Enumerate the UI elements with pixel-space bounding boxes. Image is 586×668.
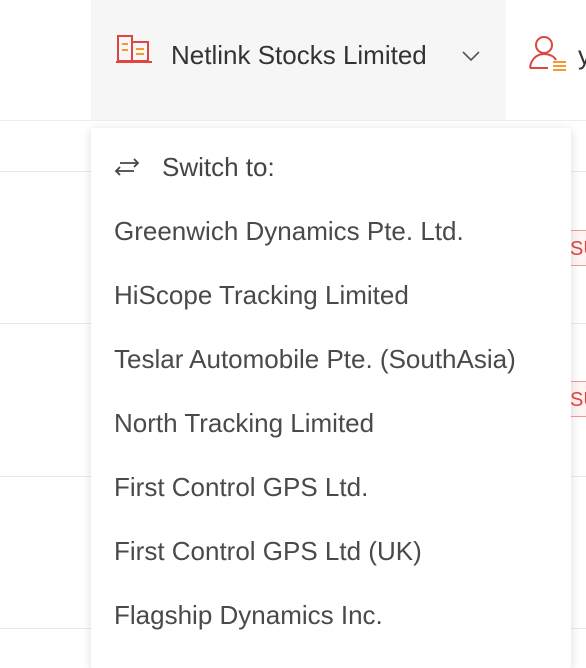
menu-item-label: Teslar Automobile Pte. (SouthAsia): [114, 344, 516, 374]
menu-item-company[interactable]: First Control GPS Ltd (UK): [91, 520, 571, 584]
menu-item-company[interactable]: Flagship Dynamics Inc.: [91, 584, 571, 648]
user-icon[interactable]: [528, 34, 568, 72]
building-icon: [116, 34, 152, 64]
switch-to-label: Switch to:: [162, 152, 275, 182]
company-switcher[interactable]: Netlink Stocks Limited: [91, 0, 506, 120]
chevron-down-icon: [462, 49, 480, 62]
menu-item-label: Flagship Dynamics Inc.: [114, 600, 383, 630]
menu-item-company[interactable]: Teslar Automobile Pte. (SouthAsia): [91, 328, 571, 392]
menu-item-company[interactable]: Greenwich Dynamics Pte. Ltd.: [91, 200, 571, 264]
switch-arrows-icon: [114, 158, 140, 176]
menu-item-label: First Control GPS Ltd (UK): [114, 536, 422, 566]
switch-to-header: Switch to:: [91, 128, 571, 200]
company-switch-dropdown: Switch to: Greenwich Dynamics Pte. Ltd. …: [91, 128, 571, 668]
menu-item-label: HiScope Tracking Limited: [114, 280, 409, 310]
top-header: Netlink Stocks Limited y: [0, 0, 586, 121]
menu-item-label: First Control GPS Ltd.: [114, 472, 369, 502]
menu-item-company[interactable]: First Control GPS Ltd.: [91, 456, 571, 520]
user-name[interactable]: y: [578, 40, 586, 71]
current-company-name: Netlink Stocks Limited: [171, 40, 427, 70]
menu-item-label: North Tracking Limited: [114, 408, 375, 438]
menu-item-company[interactable]: North Tracking Limited: [91, 392, 571, 456]
menu-item-company[interactable]: HiScope Tracking Limited: [91, 264, 571, 328]
menu-item-label: Greenwich Dynamics Pte. Ltd.: [114, 216, 464, 246]
